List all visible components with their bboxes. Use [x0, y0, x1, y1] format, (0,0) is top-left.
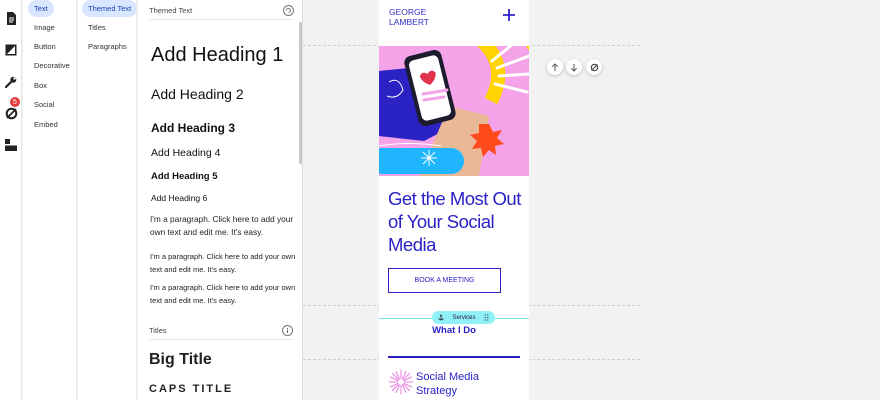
panel-scrollbar[interactable]	[299, 22, 302, 164]
design-icon[interactable]	[3, 42, 19, 58]
hero-image[interactable]	[379, 46, 529, 176]
heading-3-preset[interactable]: Add Heading 3	[151, 121, 235, 135]
editor-canvas[interactable]: GEORGE LAMBERT Get the Most Out of Your …	[303, 0, 880, 400]
hero-headline[interactable]: Get the Most Out of Your Social Media	[388, 187, 524, 256]
logo-line-1: GEORGE	[389, 7, 427, 17]
themed-text-info-icon[interactable]	[283, 5, 294, 16]
what-i-do-title[interactable]: What I Do	[379, 325, 529, 336]
notification-badge: 5	[10, 97, 20, 107]
tools-icon[interactable]	[3, 74, 19, 90]
text-styles-panel: Themed Text Add Heading 1 Add Heading 2 …	[138, 0, 303, 400]
hide-section-icon[interactable]	[586, 59, 602, 75]
section-divider	[149, 339, 292, 340]
section-divider	[149, 19, 292, 20]
caps-title-preset[interactable]: CAPS TITLE	[149, 383, 233, 395]
services-anchor-tag[interactable]: Services	[432, 311, 495, 324]
category-text[interactable]: Text	[28, 0, 54, 17]
category-button[interactable]: Button	[28, 38, 62, 55]
heading-5-preset[interactable]: Add Heading 5	[151, 171, 218, 182]
subcategory-paragraphs[interactable]: Paragraphs	[82, 38, 133, 55]
section-divider-line	[388, 356, 520, 358]
paragraph-3-preset[interactable]: I'm a paragraph. Click here to add your …	[150, 282, 296, 307]
category-embed[interactable]: Embed	[28, 116, 64, 133]
paragraph-1-preset[interactable]: I'm a paragraph. Click here to add your …	[150, 213, 296, 239]
anchor-label: Services	[452, 314, 476, 321]
heading-2-preset[interactable]: Add Heading 2	[151, 86, 244, 102]
paragraph-2-preset[interactable]: I'm a paragraph. Click here to add your …	[150, 251, 296, 276]
move-down-button[interactable]	[566, 59, 582, 75]
move-up-button[interactable]	[547, 59, 563, 75]
drag-handle-icon[interactable]	[484, 314, 489, 321]
heading-1-preset[interactable]: Add Heading 1	[151, 44, 283, 67]
book-meeting-button[interactable]: BOOK A MEETING	[388, 268, 501, 293]
pages-icon[interactable]	[3, 10, 19, 26]
layers-icon[interactable]	[3, 137, 19, 153]
menu-plus-icon[interactable]	[501, 7, 517, 23]
category-box[interactable]: Box	[28, 77, 53, 94]
category-social[interactable]: Social	[28, 96, 60, 113]
category-decorative[interactable]: Decorative	[28, 57, 76, 74]
add-panel-categories: Text Image Button Decorative Box Social …	[23, 0, 77, 400]
big-title-preset[interactable]: Big Title	[149, 351, 212, 369]
heading-6-preset[interactable]: Add Heading 6	[151, 193, 207, 203]
logo-line-2: LAMBERT	[389, 17, 429, 27]
subcategory-titles[interactable]: Titles	[82, 19, 112, 36]
heading-4-preset[interactable]: Add Heading 4	[151, 147, 220, 159]
titles-info-icon[interactable]	[282, 325, 293, 336]
themed-text-section-title: Themed Text	[149, 6, 193, 15]
titles-section-title: Titles	[149, 326, 167, 335]
add-panel-subcategories: Themed Text Titles Paragraphs	[78, 0, 138, 400]
left-toolbar: 5	[0, 0, 22, 400]
site-logo[interactable]: GEORGE LAMBERT	[389, 7, 429, 27]
service-title[interactable]: Social Media Strategy	[416, 370, 516, 398]
hide-icon[interactable]	[3, 105, 19, 121]
sparkle-icon	[388, 369, 414, 395]
subcategory-themed-text[interactable]: Themed Text	[82, 0, 138, 17]
category-image[interactable]: Image	[28, 19, 61, 36]
mobile-site-preview[interactable]: GEORGE LAMBERT Get the Most Out of Your …	[379, 0, 529, 400]
